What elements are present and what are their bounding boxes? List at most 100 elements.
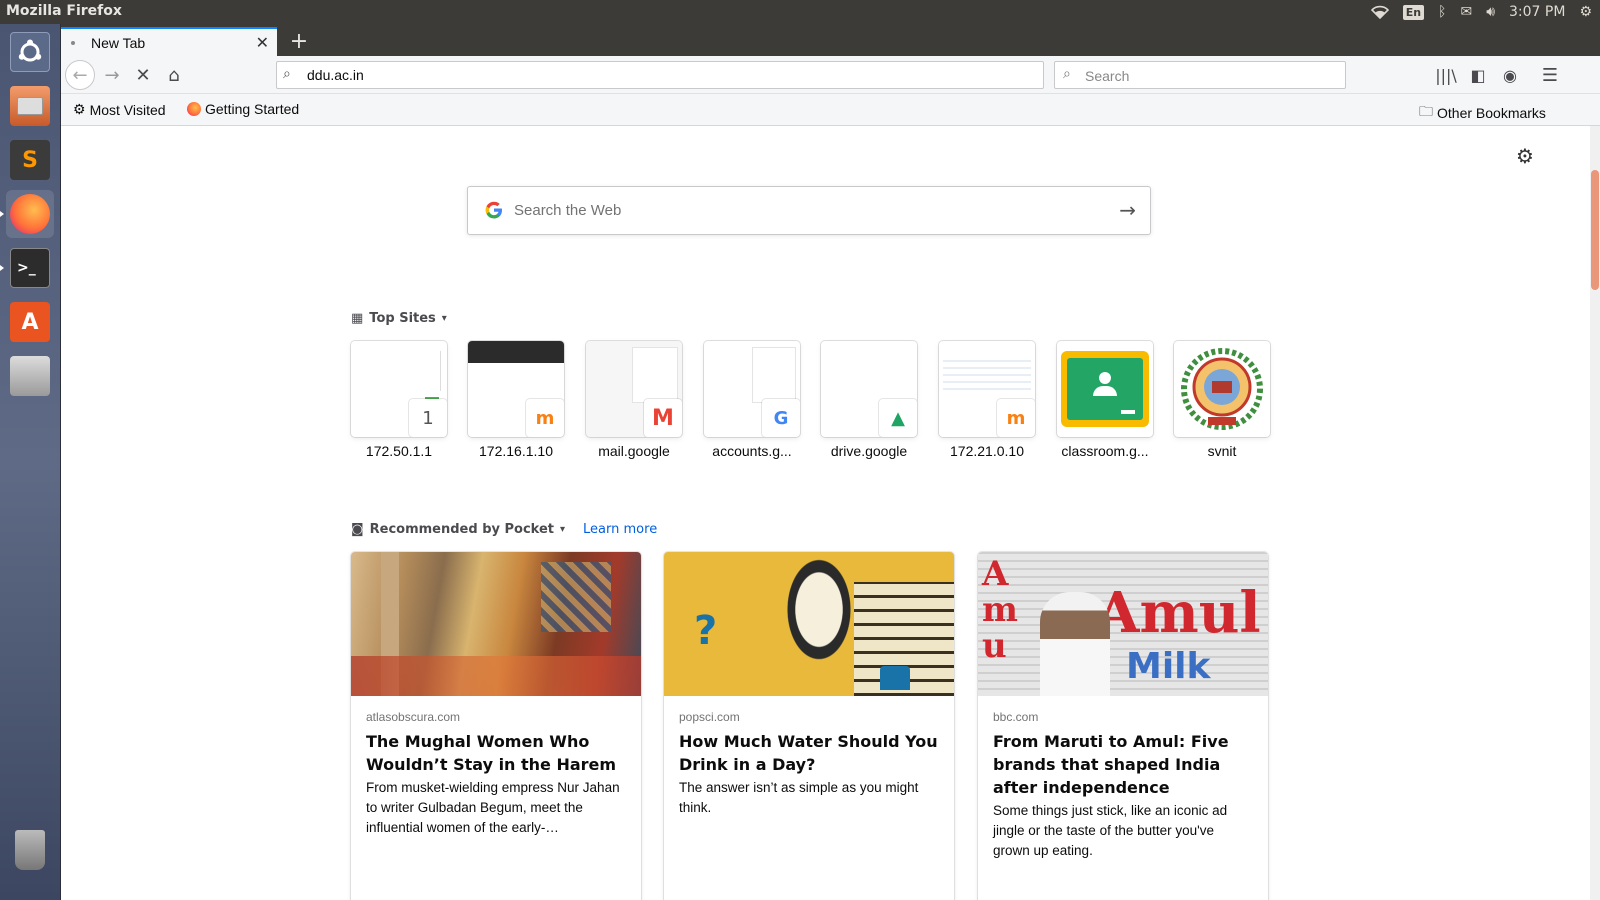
customize-gear-icon[interactable]: ⚙ <box>1516 144 1534 168</box>
top-site-tile[interactable]: 1 172.50.1.1 <box>351 341 447 459</box>
power-gear-icon[interactable]: ⚙ <box>1579 4 1592 20</box>
wifi-icon[interactable] <box>1370 5 1389 19</box>
learn-more-link[interactable]: Learn more <box>583 522 657 537</box>
firefox-icon <box>10 194 50 234</box>
site-thumbnail: 1 <box>351 341 447 437</box>
top-site-tile[interactable]: G accounts.g... <box>704 341 800 459</box>
scrollbar[interactable] <box>1590 126 1600 900</box>
amul-sign-text: Amul <box>1096 580 1261 646</box>
story-card[interactable]: atlasobscura.com The Mughal Women Who Wo… <box>351 552 641 900</box>
site-label: drive.google <box>830 443 908 459</box>
chevron-down-icon: ▾ <box>560 524 566 535</box>
new-tab-button[interactable]: + <box>285 27 313 55</box>
ubuntu-logo-icon <box>10 32 50 72</box>
top-site-tile[interactable]: svnit <box>1174 341 1270 459</box>
moodle-icon: m <box>526 399 564 437</box>
library-icon[interactable]: |||\ <box>1431 60 1461 90</box>
moodle-icon: m <box>997 399 1035 437</box>
close-tab-icon[interactable]: ✕ <box>256 33 269 52</box>
mail-icon[interactable]: ✉ <box>1460 4 1472 20</box>
site-label: 172.16.1.10 <box>479 443 553 459</box>
file-cabinet-icon <box>10 86 50 126</box>
story-card[interactable]: Amu Amul Milk bbc.com From Maruti to Amu… <box>978 552 1268 900</box>
home-button[interactable]: ⌂ <box>159 60 189 90</box>
site-thumbnail: ▲ <box>821 341 917 437</box>
launcher: S >_ A <box>0 24 61 900</box>
hamburger-menu-icon[interactable]: ☰ <box>1535 60 1565 90</box>
story-image <box>351 552 641 696</box>
bookmarks-toolbar: ⚙ Most Visited Getting Started 🗀 Other B… <box>61 94 1600 126</box>
story-card[interactable]: ? popsci.com How Much Water Should You D… <box>664 552 954 900</box>
grid-icon: ▦ <box>351 311 364 326</box>
google-drive-icon: ▲ <box>879 399 917 437</box>
site-thumbnail: M <box>586 341 682 437</box>
search-icon: ⌕ <box>283 66 291 82</box>
launcher-drive[interactable] <box>6 352 54 400</box>
site-label: classroom.g... <box>1061 443 1149 459</box>
site-badge: 1 <box>409 399 447 437</box>
site-thumbnail: G <box>704 341 800 437</box>
google-g-icon <box>485 201 502 219</box>
bookmark-other[interactable]: 🗀 Other Bookmarks <box>1419 101 1546 125</box>
story-excerpt: Some things just stick, like an iconic a… <box>993 803 1228 858</box>
url-text[interactable]: ddu.ac.in <box>307 67 364 83</box>
site-label: 172.50.1.1 <box>365 443 433 459</box>
account-icon[interactable]: ◉ <box>1495 60 1525 90</box>
bookmark-most-visited[interactable]: ⚙ Most Visited <box>73 101 166 118</box>
url-bar[interactable]: ⌕ ddu.ac.in <box>276 61 1044 89</box>
clock[interactable]: 3:07 PM <box>1509 4 1565 20</box>
back-button[interactable]: ← <box>65 60 95 90</box>
story-source: popsci.com <box>679 710 740 724</box>
web-search-box[interactable]: Search the Web → <box>467 186 1151 235</box>
arrow-right-icon[interactable]: → <box>1119 198 1136 222</box>
running-indicator <box>0 211 4 217</box>
amul-vertical-sign: Amu <box>982 554 1018 666</box>
chevron-down-icon: ▾ <box>441 313 447 324</box>
bookmark-label: Getting Started <box>205 101 300 117</box>
top-site-tile[interactable]: m 172.21.0.10 <box>939 341 1035 459</box>
google-icon: G <box>762 399 800 437</box>
story-image: Amu Amul Milk <box>978 552 1268 696</box>
search-placeholder: Search <box>1085 68 1130 84</box>
terminal-icon: >_ <box>10 248 50 288</box>
top-site-tile[interactable]: ▲ drive.google <box>821 341 917 459</box>
story-headline: From Maruti to Amul: Five brands that sh… <box>993 732 1229 797</box>
bookmark-getting-started[interactable]: Getting Started <box>187 101 299 117</box>
keyboard-layout-indicator[interactable]: En <box>1402 4 1425 20</box>
forward-button[interactable]: → <box>97 60 127 90</box>
stop-button[interactable]: ✕ <box>128 60 158 90</box>
top-site-tile[interactable]: M mail.google <box>586 341 682 459</box>
top-sites-header[interactable]: ▦ Top Sites ▾ <box>351 311 447 326</box>
top-panel: Mozilla Firefox En ᛒ ✉ 🔊︎ 3:07 PM ⚙ <box>0 0 1600 24</box>
launcher-files[interactable] <box>6 82 54 130</box>
site-label: accounts.g... <box>712 443 792 459</box>
question-mark-icon: ? <box>694 608 718 654</box>
top-site-tile[interactable]: classroom.g... <box>1057 341 1153 459</box>
bluetooth-icon[interactable]: ᛒ <box>1438 4 1446 20</box>
volume-icon[interactable]: 🔊︎ <box>1486 4 1495 20</box>
dash-button[interactable] <box>6 28 54 76</box>
tab-bar: New Tab ✕ + <box>61 24 1600 56</box>
search-bar[interactable]: ⌕ Search <box>1054 61 1346 89</box>
launcher-software-center[interactable]: A <box>6 298 54 346</box>
launcher-terminal[interactable]: >_ <box>6 244 54 292</box>
launcher-trash[interactable] <box>6 826 54 874</box>
sublime-text-icon: S <box>10 140 50 180</box>
scrollbar-thumb[interactable] <box>1591 170 1599 290</box>
tab-title: New Tab <box>91 34 146 51</box>
svnit-logo-icon <box>1174 341 1270 437</box>
trash-icon <box>15 830 45 870</box>
bookmark-label: Other Bookmarks <box>1437 105 1546 121</box>
disk-drive-icon <box>10 356 50 396</box>
pocket-header[interactable]: ◙ Recommended by Pocket ▾ Learn more <box>351 522 657 537</box>
launcher-sublime[interactable]: S <box>6 136 54 184</box>
tab-new-tab[interactable]: New Tab ✕ <box>61 27 277 56</box>
loading-dot-icon <box>71 40 75 45</box>
running-indicator <box>0 265 4 271</box>
site-label: mail.google <box>598 443 670 459</box>
top-site-tile[interactable]: m 172.16.1.10 <box>468 341 564 459</box>
launcher-firefox[interactable] <box>6 190 54 238</box>
sidebar-toggle-icon[interactable]: ◧ <box>1463 60 1493 90</box>
nav-bar: ← → ✕ ⌂ ⌕ ddu.ac.in ⌕ Search |||\ ◧ ◉ ☰ <box>61 56 1600 94</box>
story-excerpt: The answer isn’t as simple as you might … <box>679 780 919 815</box>
